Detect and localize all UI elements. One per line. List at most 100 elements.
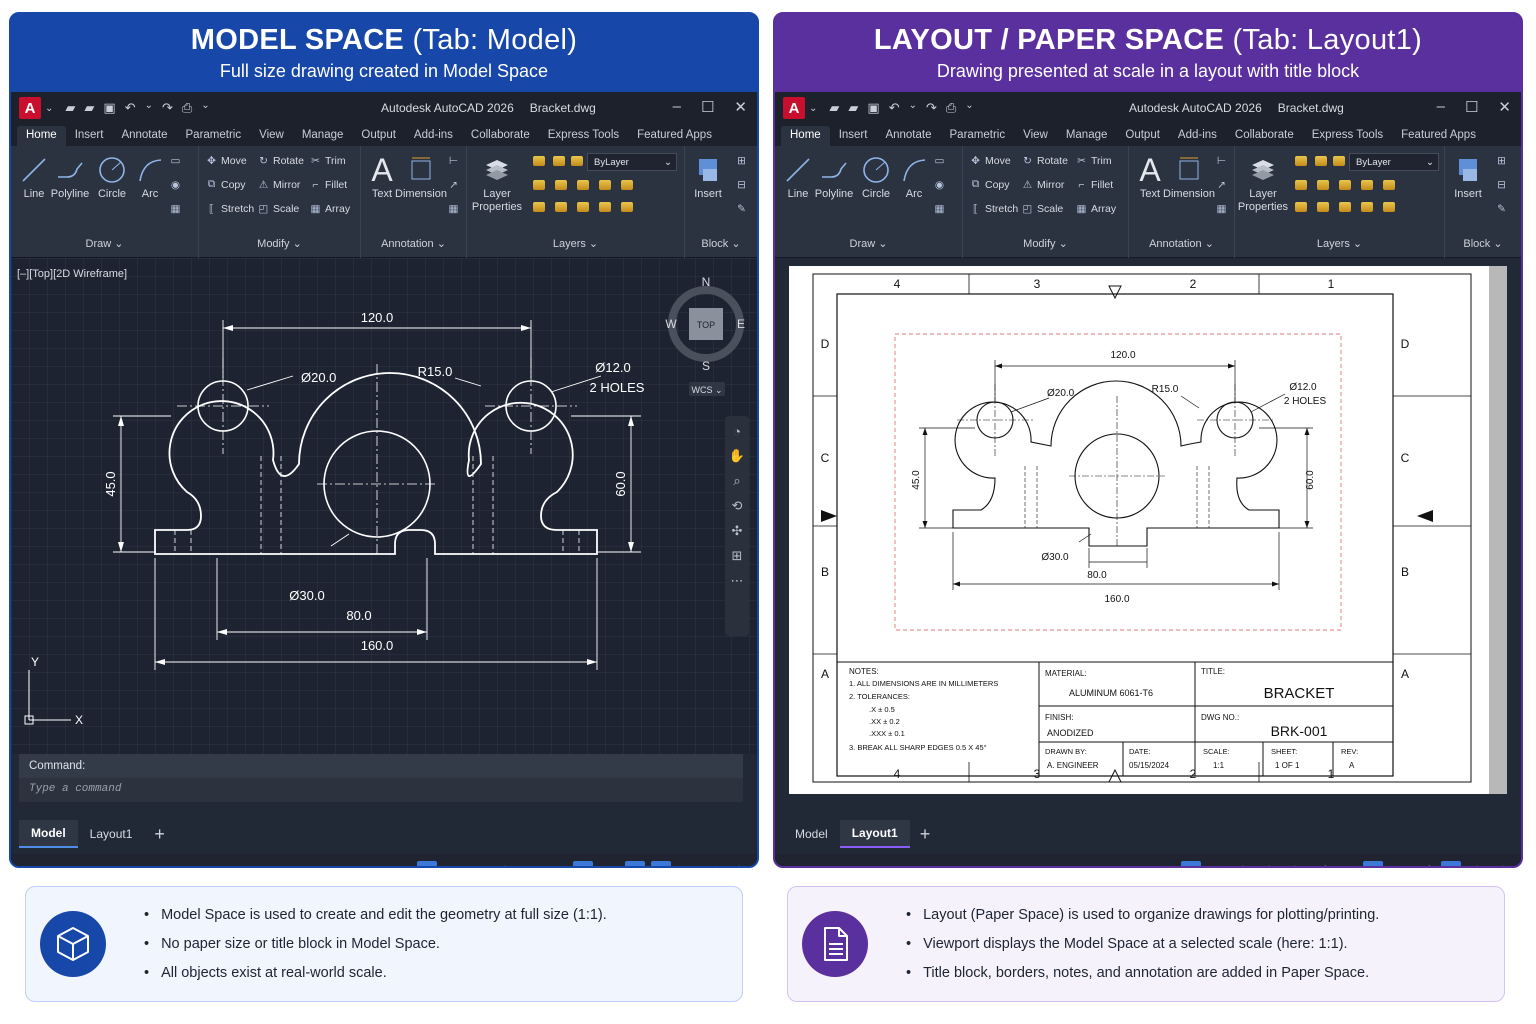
app-menu-chevron-icon[interactable]: ⌄ — [45, 103, 53, 114]
hatch-tool-icon[interactable]: ◉ — [169, 178, 182, 191]
layer-sun-icon[interactable] — [1315, 156, 1327, 166]
mirror-button[interactable]: ⚠ Mirror — [257, 178, 301, 191]
isodraft-icon[interactable]: ▤ — [547, 861, 567, 867]
polar-icon[interactable]: ◟ — [521, 861, 541, 867]
layer-tool-icon[interactable] — [1361, 180, 1373, 190]
ortho-icon[interactable]: ✳ — [495, 861, 515, 867]
gradient-tool-icon[interactable]: ▦ — [933, 202, 946, 215]
layer-dropdown[interactable]: ByLayer ⌄ — [587, 153, 677, 171]
tab-home[interactable]: Home — [17, 126, 66, 146]
tab-manage[interactable]: Manage — [1057, 129, 1117, 146]
undo-icon[interactable]: ↶ — [125, 100, 136, 116]
annotation-scale-icon[interactable]: A — [651, 861, 671, 866]
move-button[interactable]: ✥ Move — [969, 154, 1011, 167]
zoom-icon[interactable]: ⌕ — [733, 473, 740, 489]
snap-icon[interactable]: ⊞ — [417, 861, 437, 866]
zoom-extents-icon[interactable]: ⊞ — [732, 548, 743, 564]
hatch-tool-icon[interactable]: ◉ — [933, 178, 946, 191]
space-toggle[interactable]: MODEL — [314, 860, 377, 866]
layer-tool-icon[interactable] — [555, 180, 567, 190]
layers-group-label[interactable]: Layers ⌄ — [467, 237, 684, 250]
tab-insert[interactable]: Insert — [66, 129, 113, 146]
annotation-scale-icon[interactable]: A — [1441, 861, 1461, 866]
linear-dim-icon[interactable]: ⊢ — [447, 154, 460, 167]
undo-dropdown-icon[interactable]: ⌄ — [909, 100, 917, 116]
tab-manage[interactable]: Manage — [293, 129, 353, 146]
leader-icon[interactable]: ↗ — [447, 178, 460, 191]
layer-tool-icon[interactable] — [533, 202, 545, 212]
modify-group-label[interactable]: Modify ⌄ — [963, 237, 1128, 250]
tab-output[interactable]: Output — [1116, 129, 1169, 146]
add-layout-icon[interactable]: + — [920, 824, 931, 845]
layer-tool-icon[interactable] — [577, 180, 589, 190]
block-attributes-icon[interactable]: ✎ — [735, 202, 748, 215]
tab-view[interactable]: View — [250, 129, 293, 146]
space-toggle[interactable]: PAPER — [1107, 860, 1167, 866]
layer-tool-icon[interactable] — [1317, 202, 1329, 212]
layer-tool-icon[interactable] — [1317, 180, 1329, 190]
tab-model[interactable]: Model — [783, 821, 840, 847]
stretch-button[interactable]: ⟦ Stretch — [205, 202, 254, 215]
dimension-button[interactable]: Dimension — [395, 152, 447, 201]
draw-group-label[interactable]: Draw ⌄ — [11, 237, 198, 250]
tab-layout1[interactable]: Layout1 — [839, 820, 910, 848]
save-icon[interactable]: ▣ — [103, 100, 115, 116]
layer-tool-icon[interactable] — [1361, 202, 1373, 212]
move-button[interactable]: ✥ Move — [205, 154, 247, 167]
layer-tool-icon[interactable] — [599, 180, 611, 190]
table-icon[interactable]: ▦ — [447, 202, 460, 215]
selection-cycling-icon[interactable]: ↺ — [1389, 861, 1409, 867]
tab-featured-apps[interactable]: Featured Apps — [1392, 129, 1485, 146]
draw-group-label[interactable]: Draw ⌄ — [775, 237, 962, 250]
model-drawing-area[interactable]: [–][Top][2D Wireframe] 120.0 Ø20.0 R15.0… — [11, 258, 757, 754]
rectangle-tool-icon[interactable]: ▭ — [169, 154, 182, 167]
layer-light-icon[interactable] — [533, 156, 545, 166]
rotate-button[interactable]: ↻ Rotate — [257, 154, 304, 167]
object-snap-icon[interactable]: ✳ — [1285, 861, 1305, 867]
minimize-icon[interactable]: – — [1437, 98, 1445, 116]
circle-button[interactable]: Circle — [91, 152, 133, 201]
layer-tool-icon[interactable] — [599, 202, 611, 212]
annotation-autoscale-icon[interactable]: A — [677, 861, 697, 866]
layer-tool-icon[interactable] — [1295, 180, 1307, 190]
plot-icon[interactable]: ⎙ — [182, 100, 192, 116]
pan-icon[interactable]: ✋ — [729, 448, 745, 464]
layer-properties-button[interactable]: Layer Properties — [1237, 152, 1289, 214]
tab-express-tools[interactable]: Express Tools — [1303, 129, 1392, 146]
arc-button[interactable]: Arc — [893, 152, 935, 201]
customize-gear-icon[interactable]: ⚙ — [729, 861, 749, 867]
annotation-visibility-icon[interactable]: A — [1363, 861, 1383, 866]
array-button[interactable]: ▦ Array — [309, 202, 351, 215]
layer-tool-icon[interactable] — [533, 180, 545, 190]
open-icon[interactable]: ▰ — [848, 100, 858, 116]
dimension-button[interactable]: Dimension — [1163, 152, 1215, 201]
close-icon[interactable]: ✕ — [1498, 98, 1511, 116]
array-button[interactable]: ▦ Array — [1075, 202, 1117, 215]
edit-block-icon[interactable]: ⊟ — [1495, 178, 1508, 191]
tab-express-tools[interactable]: Express Tools — [539, 129, 628, 146]
qat-more-icon[interactable]: ⌄ — [965, 100, 973, 116]
layout-drawing-area[interactable]: 4 3 2 1 4 3 2 1 D C B A D C B A 120.0 Ø2… — [775, 258, 1521, 798]
create-block-icon[interactable]: ⊞ — [735, 154, 748, 167]
annotation-group-label[interactable]: Annotation ⌄ — [361, 237, 466, 250]
insert-block-button[interactable]: Insert — [687, 152, 729, 201]
scale-button[interactable]: ◰ Scale — [1021, 202, 1064, 215]
tab-view[interactable]: View — [1014, 129, 1057, 146]
polyline-button[interactable]: Polyline — [49, 152, 91, 201]
steering-wheel-icon[interactable]: ◔ — [733, 424, 741, 439]
scale-button[interactable]: ◰ Scale — [257, 202, 300, 215]
lineweight-icon[interactable]: ◐ — [1337, 861, 1357, 866]
tab-featured-apps[interactable]: Featured Apps — [628, 129, 721, 146]
layer-sun-icon[interactable] — [553, 156, 565, 166]
leader-icon[interactable]: ↗ — [1215, 178, 1228, 191]
orbit-icon[interactable]: ⟲ — [732, 498, 743, 514]
trim-button[interactable]: ✂ Trim — [309, 154, 346, 167]
app-menu-chevron-icon[interactable]: ⌄ — [809, 103, 817, 114]
open-folder-icon[interactable]: ▰ — [829, 100, 839, 116]
tab-output[interactable]: Output — [352, 129, 405, 146]
block-attributes-icon[interactable]: ✎ — [1495, 202, 1508, 215]
layer-tool-icon[interactable] — [1339, 202, 1351, 212]
qat-more-icon[interactable]: ⌄ — [201, 100, 209, 116]
rectangle-tool-icon[interactable]: ▭ — [933, 154, 946, 167]
gradient-tool-icon[interactable]: ▦ — [169, 202, 182, 215]
